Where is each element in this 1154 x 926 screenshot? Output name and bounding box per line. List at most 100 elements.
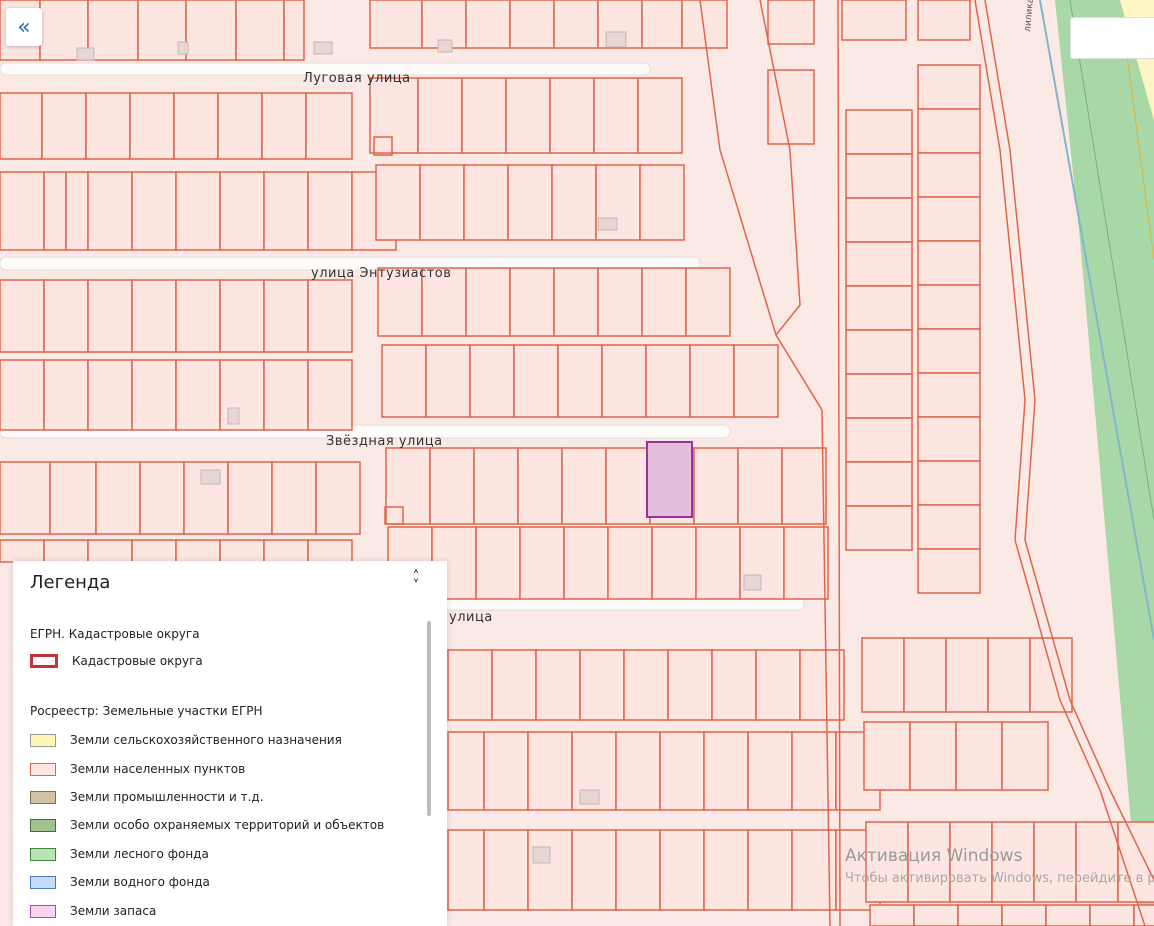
parcel[interactable] bbox=[43, 171, 67, 251]
parcel[interactable] bbox=[703, 829, 749, 911]
parcel[interactable] bbox=[945, 637, 989, 713]
parcel[interactable] bbox=[517, 447, 563, 525]
parcel[interactable] bbox=[447, 731, 485, 811]
parcel[interactable] bbox=[605, 447, 651, 525]
parcel[interactable] bbox=[1001, 904, 1047, 926]
parcel[interactable] bbox=[235, 0, 285, 61]
parcel[interactable] bbox=[305, 92, 353, 160]
parcel[interactable] bbox=[845, 461, 913, 507]
parcel[interactable] bbox=[693, 447, 739, 525]
parcel[interactable] bbox=[263, 279, 309, 353]
parcel[interactable] bbox=[527, 829, 573, 911]
parcel[interactable] bbox=[513, 344, 559, 418]
parcel[interactable] bbox=[219, 539, 265, 563]
chevron-up-down-icon[interactable]: ˄ ˅ bbox=[409, 570, 423, 593]
parcel[interactable] bbox=[557, 344, 603, 418]
parcel[interactable] bbox=[667, 649, 713, 721]
parcel[interactable] bbox=[955, 721, 1003, 791]
parcel[interactable] bbox=[509, 267, 555, 337]
parcel[interactable] bbox=[85, 92, 131, 160]
parcel[interactable] bbox=[553, 267, 599, 337]
parcel[interactable] bbox=[957, 904, 1003, 926]
parcel[interactable] bbox=[307, 539, 353, 563]
parcel[interactable] bbox=[0, 539, 45, 563]
parcel[interactable] bbox=[607, 526, 653, 600]
parcel[interactable] bbox=[419, 164, 465, 241]
parcel[interactable] bbox=[1033, 821, 1077, 903]
parcel[interactable] bbox=[131, 171, 177, 251]
parcel[interactable] bbox=[131, 359, 177, 431]
parcel[interactable] bbox=[917, 372, 981, 418]
parcel[interactable] bbox=[917, 460, 981, 506]
parcel[interactable] bbox=[601, 344, 647, 418]
parcel[interactable] bbox=[845, 329, 913, 375]
parcel[interactable] bbox=[549, 77, 595, 154]
parcel[interactable] bbox=[1029, 637, 1073, 713]
parcel[interactable] bbox=[615, 731, 661, 811]
parcel[interactable] bbox=[767, 69, 815, 145]
parcel[interactable] bbox=[917, 64, 981, 110]
parcel[interactable] bbox=[845, 241, 913, 287]
parcel[interactable] bbox=[219, 359, 265, 431]
parcel[interactable] bbox=[307, 359, 353, 431]
parcel[interactable] bbox=[917, 240, 981, 286]
collapse-panel-button[interactable]: « bbox=[6, 8, 42, 46]
parcel[interactable] bbox=[175, 171, 221, 251]
parcel[interactable] bbox=[49, 461, 97, 535]
parcel[interactable] bbox=[447, 829, 485, 911]
parcel[interactable] bbox=[593, 77, 639, 154]
parcel[interactable] bbox=[87, 539, 133, 563]
parcel[interactable] bbox=[43, 359, 89, 431]
parcel[interactable] bbox=[0, 171, 45, 251]
parcel[interactable] bbox=[659, 731, 705, 811]
parcel[interactable] bbox=[551, 164, 597, 241]
parcel[interactable] bbox=[131, 539, 177, 563]
parcel[interactable] bbox=[685, 267, 731, 337]
parcel[interactable] bbox=[917, 416, 981, 462]
parcel[interactable] bbox=[639, 164, 685, 241]
parcel[interactable] bbox=[173, 92, 219, 160]
parcel[interactable] bbox=[845, 197, 913, 243]
parcel[interactable] bbox=[917, 108, 981, 154]
parcel[interactable] bbox=[261, 92, 307, 160]
parcel[interactable] bbox=[845, 109, 913, 155]
parcel[interactable] bbox=[429, 447, 475, 525]
parcel[interactable] bbox=[463, 164, 509, 241]
parcel[interactable] bbox=[571, 829, 617, 911]
parcel[interactable] bbox=[263, 539, 309, 563]
parcel[interactable] bbox=[917, 328, 981, 374]
parcel[interactable] bbox=[87, 279, 133, 353]
parcel[interactable] bbox=[175, 539, 221, 563]
parcel[interactable] bbox=[369, 0, 423, 49]
parcel[interactable] bbox=[87, 0, 139, 61]
parcel[interactable] bbox=[645, 344, 691, 418]
parcel[interactable] bbox=[527, 731, 573, 811]
parcel[interactable] bbox=[917, 548, 981, 594]
parcel[interactable] bbox=[87, 359, 133, 431]
parcel[interactable] bbox=[227, 461, 273, 535]
parcel[interactable] bbox=[425, 344, 471, 418]
parcel[interactable] bbox=[623, 649, 669, 721]
parcel[interactable] bbox=[385, 447, 431, 525]
parcel[interactable] bbox=[95, 461, 141, 535]
parcel[interactable] bbox=[651, 526, 697, 600]
parcel[interactable] bbox=[0, 279, 45, 353]
parcel[interactable] bbox=[841, 0, 907, 41]
parcel[interactable] bbox=[917, 152, 981, 198]
parcel[interactable] bbox=[917, 0, 971, 41]
parcel[interactable] bbox=[755, 649, 801, 721]
parcel[interactable] bbox=[845, 153, 913, 199]
parcel[interactable] bbox=[491, 649, 537, 721]
parcel[interactable] bbox=[917, 284, 981, 330]
parcel[interactable] bbox=[767, 0, 815, 45]
parcel[interactable] bbox=[505, 77, 551, 154]
parcel[interactable] bbox=[271, 461, 317, 535]
parcel[interactable] bbox=[641, 267, 687, 337]
parcel[interactable] bbox=[175, 359, 221, 431]
parcel[interactable] bbox=[283, 0, 305, 61]
parcel[interactable] bbox=[315, 461, 361, 535]
parcel[interactable] bbox=[0, 92, 43, 160]
parcel[interactable] bbox=[563, 526, 609, 600]
parcel[interactable] bbox=[1075, 821, 1119, 903]
parcel[interactable] bbox=[845, 417, 913, 463]
